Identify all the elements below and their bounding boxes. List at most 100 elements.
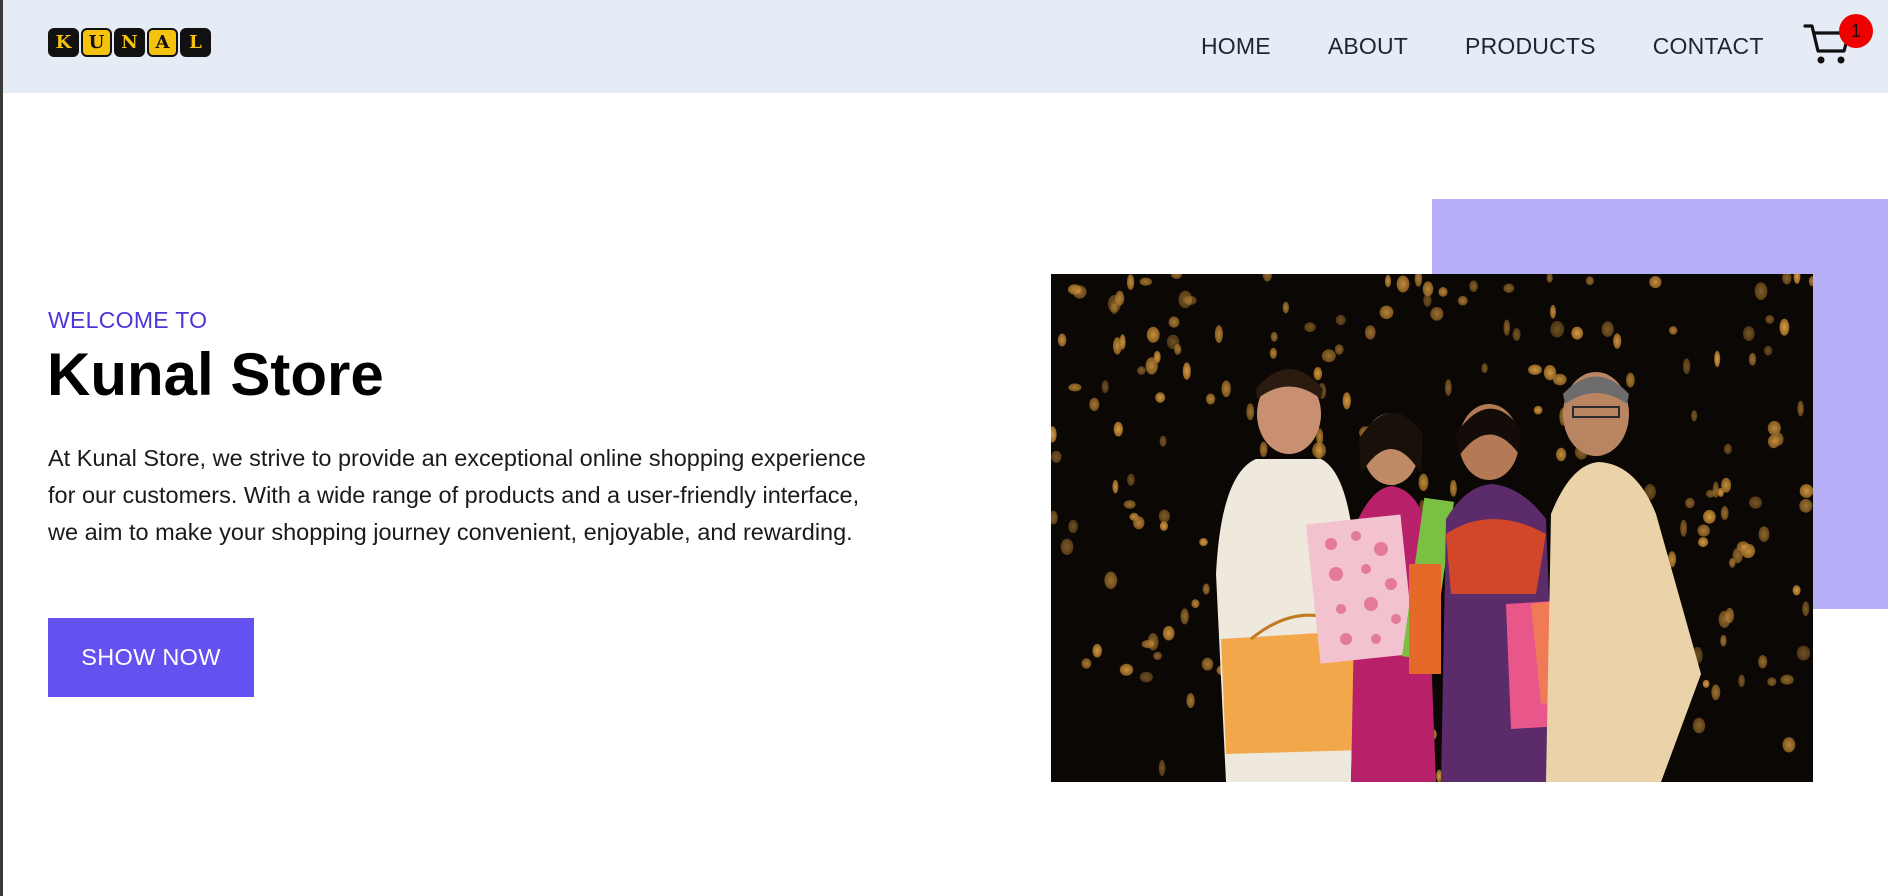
bokeh-light bbox=[1051, 450, 1062, 463]
bokeh-light bbox=[1259, 441, 1268, 457]
bokeh-light bbox=[1528, 364, 1542, 375]
bokeh-light bbox=[1702, 679, 1710, 688]
hero-eyebrow: WELCOME TO bbox=[48, 307, 208, 333]
bokeh-light bbox=[1057, 333, 1067, 347]
bokeh-light bbox=[1765, 315, 1775, 324]
bokeh-light bbox=[1449, 479, 1457, 497]
bokeh-light bbox=[1153, 350, 1161, 364]
bokeh-light bbox=[1321, 349, 1336, 363]
nav-item-contact[interactable]: CONTACT bbox=[1653, 30, 1764, 62]
bokeh-light bbox=[1147, 633, 1159, 651]
bokeh-light bbox=[1139, 671, 1153, 683]
bokeh-light bbox=[1469, 280, 1478, 292]
bokeh-light bbox=[1705, 489, 1716, 498]
bokeh-light bbox=[1438, 287, 1448, 297]
main-nav: HOME ABOUT PRODUCTS CONTACT bbox=[1201, 30, 1764, 62]
bokeh-light bbox=[1418, 473, 1429, 491]
bokeh-light bbox=[1767, 434, 1780, 449]
bokeh-light bbox=[1246, 403, 1255, 421]
bokeh-light bbox=[1802, 601, 1810, 617]
bokeh-light bbox=[1335, 314, 1346, 326]
bokeh-light bbox=[1304, 322, 1316, 333]
bokeh-light bbox=[1221, 380, 1231, 398]
bokeh-light bbox=[1767, 677, 1777, 687]
bokeh-light bbox=[1763, 345, 1773, 356]
bokeh-light bbox=[1743, 326, 1755, 341]
bokeh-light bbox=[1767, 420, 1781, 436]
bokeh-light bbox=[1585, 276, 1594, 286]
bokeh-light bbox=[1153, 651, 1162, 660]
bokeh-light bbox=[1155, 392, 1166, 403]
family-shopping-photo bbox=[1051, 274, 1813, 782]
bokeh-light bbox=[1182, 362, 1191, 380]
bokeh-light bbox=[1779, 318, 1790, 336]
bokeh-light bbox=[1159, 435, 1167, 447]
bokeh-light bbox=[1796, 645, 1811, 661]
bokeh-light bbox=[1691, 410, 1698, 422]
bokeh-light bbox=[1669, 326, 1678, 335]
bokeh-light bbox=[1556, 447, 1567, 462]
bokeh-light bbox=[1718, 610, 1731, 628]
bokeh-light bbox=[1126, 274, 1135, 290]
bokeh-light bbox=[1626, 372, 1635, 388]
bokeh-light bbox=[1191, 599, 1200, 609]
bokeh-light bbox=[1168, 316, 1180, 328]
nav-item-about[interactable]: ABOUT bbox=[1328, 30, 1408, 62]
bokeh-light bbox=[1104, 571, 1118, 590]
bokeh-light bbox=[1780, 674, 1794, 685]
page-frame: K U N A L HOME ABOUT PRODUCTS CONTACT 1 … bbox=[0, 0, 1888, 896]
bokeh-light bbox=[1692, 717, 1706, 734]
bokeh-light bbox=[1552, 373, 1567, 386]
bokeh-light bbox=[1068, 519, 1078, 534]
bokeh-light bbox=[1089, 397, 1100, 412]
show-now-button[interactable]: SHOW NOW bbox=[48, 618, 254, 697]
bokeh-light bbox=[1139, 277, 1152, 286]
bokeh-light bbox=[1072, 285, 1087, 299]
bokeh-light bbox=[1101, 380, 1109, 394]
bokeh-light bbox=[1685, 497, 1695, 509]
logo-letter: U bbox=[81, 28, 112, 57]
bokeh-light bbox=[1396, 275, 1410, 293]
nav-item-home[interactable]: HOME bbox=[1201, 30, 1271, 62]
bokeh-light bbox=[1723, 443, 1732, 455]
bokeh-light bbox=[1158, 759, 1166, 777]
bokeh-light bbox=[1269, 347, 1277, 359]
bokeh-light bbox=[1550, 320, 1565, 338]
bokeh-light bbox=[1714, 350, 1721, 368]
bokeh-light bbox=[1123, 500, 1136, 509]
bokeh-light bbox=[1107, 295, 1121, 313]
bokeh-light bbox=[1571, 326, 1584, 340]
bokeh-light bbox=[1481, 363, 1488, 374]
bokeh-light bbox=[1112, 479, 1119, 494]
hero-image bbox=[1051, 274, 1813, 782]
bokeh-light bbox=[1444, 379, 1452, 396]
cart-button[interactable]: 1 bbox=[1803, 14, 1873, 74]
cart-count-badge: 1 bbox=[1839, 14, 1873, 48]
logo-letter: A bbox=[147, 28, 178, 57]
bokeh-light bbox=[1146, 326, 1160, 343]
bokeh-light bbox=[1313, 367, 1323, 381]
bokeh-light bbox=[1430, 307, 1444, 321]
bokeh-light bbox=[1113, 421, 1123, 437]
bokeh-light bbox=[1127, 473, 1135, 486]
bokeh-light bbox=[1379, 305, 1394, 320]
bokeh-light bbox=[1137, 366, 1146, 375]
bokeh-light bbox=[1613, 333, 1622, 349]
bokeh-light bbox=[1457, 295, 1468, 306]
bokeh-light bbox=[1797, 400, 1804, 417]
bokeh-light bbox=[1166, 334, 1180, 350]
bokeh-light bbox=[1282, 301, 1289, 314]
nav-item-products[interactable]: PRODUCTS bbox=[1465, 30, 1596, 62]
bokeh-light bbox=[1503, 283, 1515, 293]
bokeh-light bbox=[1720, 634, 1727, 647]
bokeh-light bbox=[1703, 509, 1716, 524]
bokeh-light bbox=[1754, 282, 1768, 300]
bokeh-light bbox=[1081, 658, 1092, 669]
bokeh-light bbox=[1736, 541, 1750, 552]
bokeh-light bbox=[1550, 304, 1556, 319]
bokeh-light bbox=[1334, 344, 1344, 355]
kunal-logo[interactable]: K U N A L bbox=[48, 28, 213, 60]
bokeh-light bbox=[1201, 657, 1214, 671]
bokeh-light bbox=[1680, 519, 1688, 537]
bokeh-light bbox=[1092, 643, 1102, 658]
